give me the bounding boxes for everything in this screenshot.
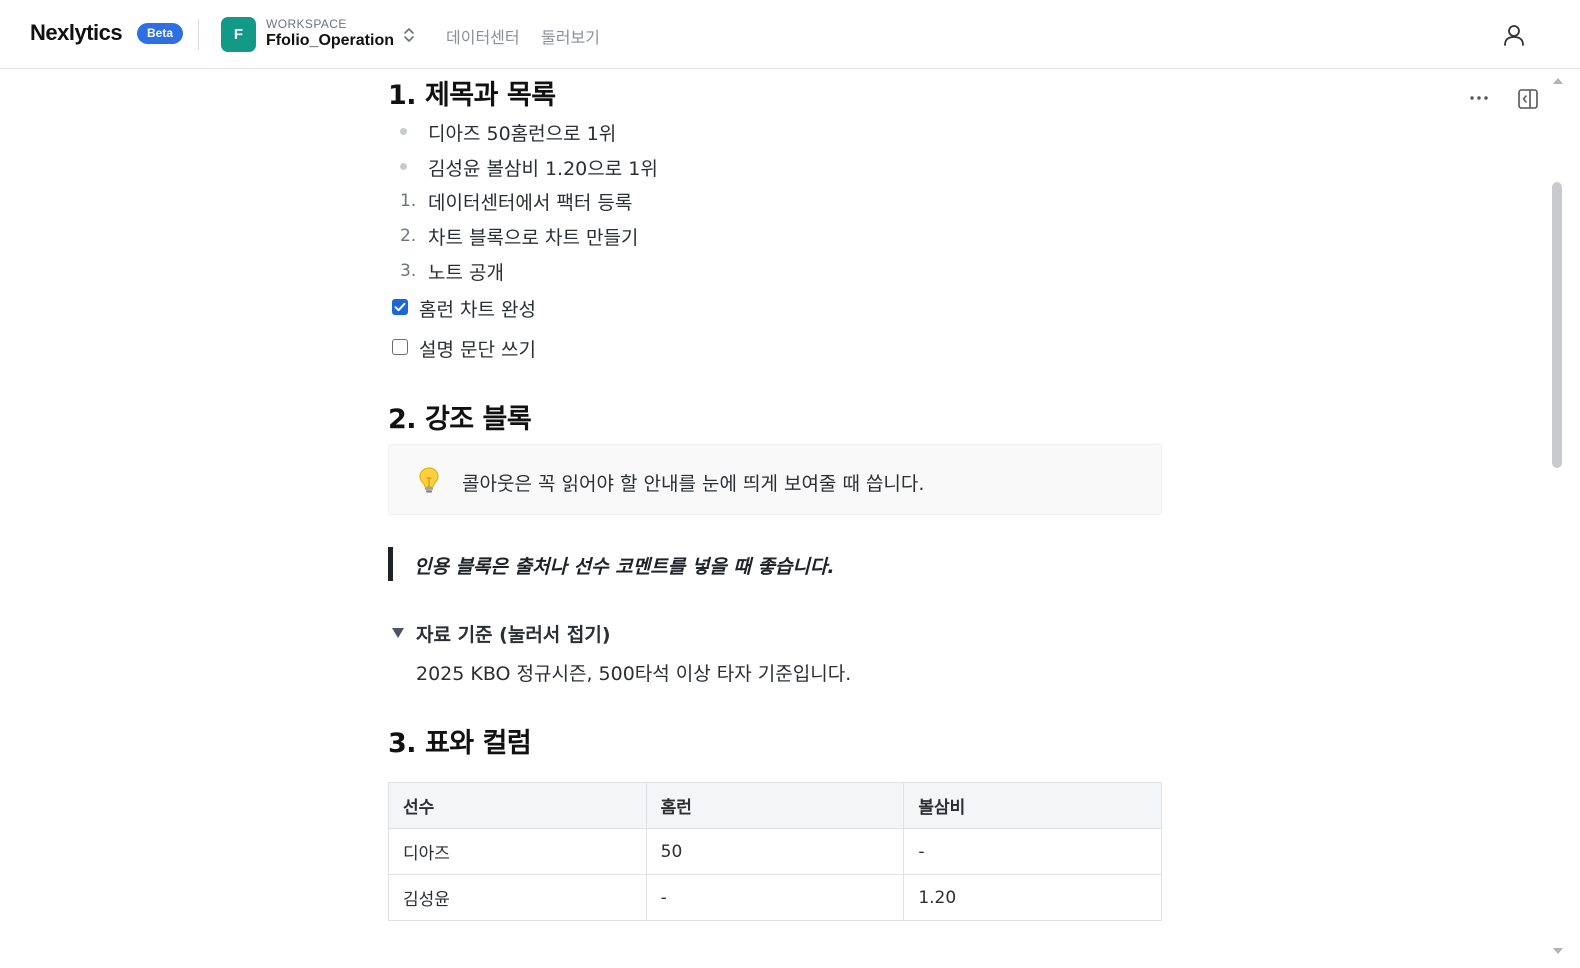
table-row: 디아즈 50 - [388, 828, 1162, 875]
numbered-marker: 2. [400, 226, 417, 246]
bullet-item: 김성윤 볼삼비 1.20으로 1위 [428, 158, 658, 180]
bullet-item: 디아즈 50홈런으로 1위 [428, 123, 617, 145]
toggle-caret-down-icon[interactable] [391, 627, 405, 639]
heading-section-1: 1. 제목과 목록 [388, 80, 556, 111]
workspace-caption: WORKSPACE [266, 17, 347, 31]
table-cell[interactable]: 50 [645, 828, 905, 875]
heading-section-3: 3. 표와 컬럼 [388, 728, 532, 759]
bullet-marker [400, 128, 407, 135]
numbered-marker: 1. [400, 191, 417, 211]
toggle-title[interactable]: 자료 기준 (눌러서 접기) [416, 620, 611, 647]
more-options-icon[interactable] [1468, 90, 1490, 106]
workspace-avatar[interactable]: F [221, 17, 256, 52]
chevron-up-down-icon[interactable] [401, 25, 417, 45]
table-cell[interactable]: 김성윤 [388, 874, 647, 921]
table-header-cell[interactable]: 선수 [388, 782, 647, 829]
vertical-scrollbar[interactable] [1549, 70, 1567, 968]
numbered-item: 노트 공개 [428, 262, 504, 284]
table-cell[interactable]: 1.20 [903, 874, 1162, 921]
callout-block: 콜아웃은 꼭 읽어야 할 안내를 눈에 띄게 보여줄 때 씁니다. [388, 444, 1162, 515]
table-cell[interactable]: - [903, 828, 1162, 875]
quote-bar [388, 547, 393, 581]
lightbulb-icon [419, 467, 439, 493]
nav-data-center[interactable]: 데이터센터 [446, 24, 520, 48]
numbered-item: 데이터센터에서 팩터 등록 [428, 192, 633, 214]
scroll-down-arrow-icon[interactable] [1552, 946, 1564, 956]
bullet-marker [400, 163, 407, 170]
numbered-marker: 3. [400, 261, 417, 281]
table-header-row: 선수 홈런 볼삼비 [388, 782, 1162, 829]
quote-text: 인용 블록은 출처나 선수 코멘트를 넣을 때 좋습니다. [414, 556, 835, 578]
side-panel-icon[interactable] [1517, 88, 1539, 110]
brand-logo[interactable]: Nexlytics [30, 20, 123, 46]
table-header-cell[interactable]: 홈런 [645, 782, 905, 829]
table-cell[interactable]: - [645, 874, 905, 921]
numbered-item: 차트 블록으로 차트 만들기 [428, 227, 639, 249]
divider [198, 19, 199, 50]
todo-label: 설명 문단 쓰기 [419, 339, 536, 361]
beta-badge: Beta [137, 23, 183, 44]
todo-label: 홈런 차트 완성 [419, 299, 536, 321]
todo-checkbox-checked[interactable] [392, 299, 408, 315]
todo-checkbox-unchecked[interactable] [392, 339, 408, 355]
user-icon[interactable] [1501, 22, 1527, 48]
workspace-name[interactable]: Ffolio_Operation [266, 32, 394, 50]
toggle-content: 2025 KBO 정규시즌, 500타석 이상 타자 기준입니다. [416, 663, 852, 685]
scrollbar-thumb[interactable] [1552, 182, 1562, 468]
nav-explore[interactable]: 둘러보기 [541, 24, 600, 48]
scroll-up-arrow-icon[interactable] [1552, 76, 1564, 86]
table-header-cell[interactable]: 볼삼비 [903, 782, 1162, 829]
table-cell[interactable]: 디아즈 [388, 828, 647, 875]
heading-section-2: 2. 강조 블록 [388, 404, 532, 435]
callout-text: 콜아웃은 꼭 읽어야 할 안내를 눈에 띄게 보여줄 때 씁니다. [462, 473, 925, 495]
data-table: 선수 홈런 볼삼비 디아즈 50 - 김성윤 - 1.20 [388, 782, 1162, 921]
table-row: 김성윤 - 1.20 [388, 874, 1162, 921]
top-bar: Nexlytics Beta F WORKSPACE Ffolio_Operat… [0, 0, 1580, 69]
